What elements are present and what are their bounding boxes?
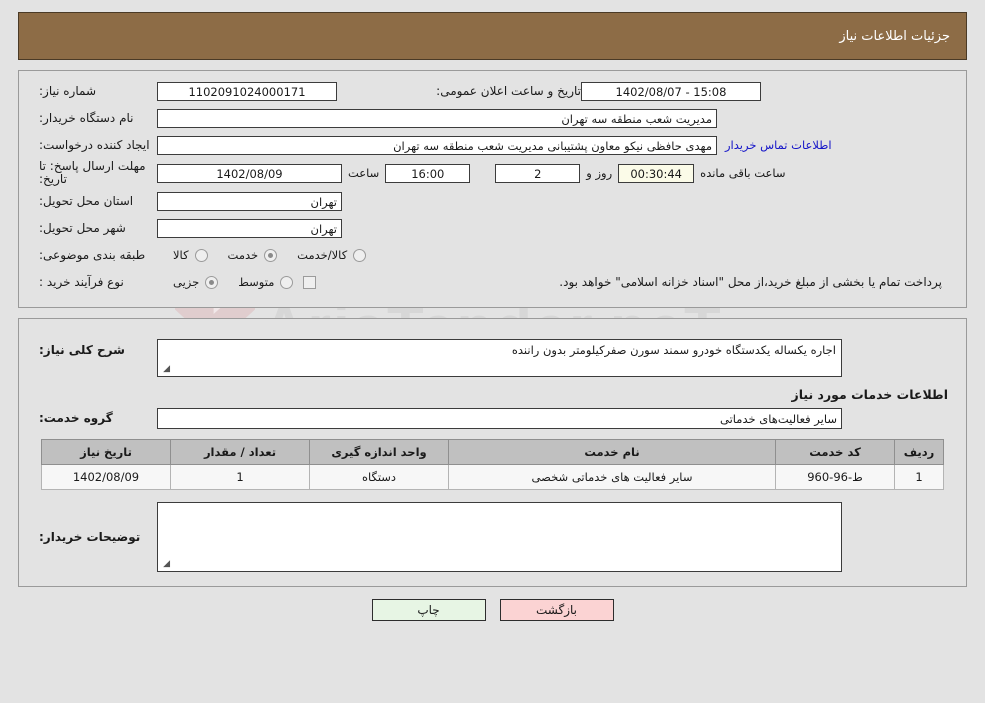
col-index: ردیف	[894, 439, 944, 465]
need-details-panel: اجاره یکساله یکدستگاه خودرو سمند سورن صف…	[18, 318, 967, 587]
radio-khedmat-icon[interactable]	[264, 248, 278, 262]
province-label: استان محل تحویل:	[39, 194, 134, 208]
process-label: نوع فرآیند خرید :	[39, 275, 124, 289]
radio-jozei-icon[interactable]	[205, 275, 219, 289]
treasury-text: پرداخت تمام یا بخشی از مبلغ خرید،از محل …	[559, 275, 942, 289]
radio-motevaset-icon[interactable]	[280, 275, 294, 289]
row-description: اجاره یکساله یکدستگاه خودرو سمند سورن صف…	[29, 339, 956, 377]
category-option-2[interactable]: کالا/خدمت	[295, 248, 370, 262]
need-number-field: 1102091024000171	[157, 81, 337, 101]
buyer-notes-label: توضیحات خریدار:	[39, 530, 141, 544]
row-city: تهران شهر محل تحویل:	[29, 216, 956, 240]
row-category: کالا/خدمت خدمت کالا طبقه بندی موضوعی:	[29, 243, 956, 267]
cell-unit: دستگاه	[309, 464, 449, 490]
radio-kala-khedmat-icon[interactable]	[353, 248, 367, 262]
button-bar: بازگشت چاپ	[0, 599, 985, 621]
row-need-number: 15:08 - 1402/08/07 تاریخ و ساعت اعلان عم…	[29, 79, 956, 103]
resize-handle-icon[interactable]: ◢	[160, 560, 170, 570]
treasury-checkbox[interactable]	[303, 275, 317, 289]
category-label: طبقه بندی موضوعی:	[39, 248, 146, 262]
category-option-1[interactable]: خدمت	[226, 248, 282, 262]
table-row: 1 ط-96-960 سایر فعالیت های خدماتی شخصی د…	[41, 464, 944, 490]
days-field: 2	[495, 163, 581, 183]
city-label: شهر محل تحویل:	[39, 221, 126, 235]
resize-handle-icon[interactable]: ◢	[160, 365, 170, 375]
need-info-panel: 15:08 - 1402/08/07 تاریخ و ساعت اعلان عم…	[18, 70, 967, 308]
cell-code: ط-96-960	[775, 464, 895, 490]
category-option-0-label: کالا	[173, 248, 189, 262]
cell-quantity: 1	[170, 464, 310, 490]
process-option-1-label: متوسط	[238, 275, 275, 289]
service-group-field: سایر فعالیت‌های خدماتی	[157, 407, 842, 429]
row-service-group: سایر فعالیت‌های خدماتی گروه خدمت:	[29, 406, 956, 430]
hour-label: ساعت	[348, 166, 380, 180]
deadline-time-field: 16:00	[385, 163, 471, 183]
process-option-1[interactable]: متوسط	[236, 275, 297, 289]
services-table: ردیف کد خدمت نام خدمت واحد اندازه گیری ت…	[41, 439, 944, 490]
row-process-type: پرداخت تمام یا بخشی از مبلغ خرید،از محل …	[29, 270, 956, 294]
deadline-label: مهلت ارسال پاسخ: تا تاریخ:	[39, 159, 146, 186]
back-button[interactable]: بازگشت	[499, 599, 614, 621]
row-province: تهران استان محل تحویل:	[29, 189, 956, 213]
col-code: کد خدمت	[775, 439, 895, 465]
remaining-hours-label: ساعت باقی مانده	[700, 166, 786, 180]
buyer-org-field: مدیریت شعب منطقه سه تهران	[157, 108, 717, 128]
days-label: روز و	[586, 166, 613, 180]
province-field: تهران	[157, 191, 342, 211]
cell-name: سایر فعالیت های خدماتی شخصی	[448, 464, 776, 490]
page-header: جزئیات اطلاعات نیاز	[18, 12, 967, 60]
service-group-label: گروه خدمت:	[39, 411, 113, 425]
city-field: تهران	[157, 218, 342, 238]
row-deadline: ساعت باقی مانده 00:30:44 روز و 2 16:00 س…	[29, 160, 956, 186]
print-button[interactable]: چاپ	[371, 599, 486, 621]
col-unit: واحد اندازه گیری	[309, 439, 449, 465]
page-title: جزئیات اطلاعات نیاز	[839, 28, 950, 44]
countdown-field: 00:30:44	[618, 163, 695, 183]
category-option-1-label: خدمت	[227, 248, 259, 262]
process-option-0-label: جزیی	[173, 275, 200, 289]
creator-label: ایجاد کننده درخواست:	[39, 138, 150, 152]
deadline-date-field: 1402/08/09	[157, 163, 342, 183]
category-option-0[interactable]: کالا	[171, 248, 212, 262]
col-quantity: تعداد / مقدار	[170, 439, 310, 465]
cell-date: 1402/08/09	[41, 464, 171, 490]
row-buyer-notes: ◢ توضیحات خریدار:	[29, 502, 956, 572]
need-number-label: شماره نیاز:	[39, 84, 96, 98]
row-buyer-org: مدیریت شعب منطقه سه تهران نام دستگاه خری…	[29, 106, 956, 130]
table-header-row: ردیف کد خدمت نام خدمت واحد اندازه گیری ت…	[41, 439, 944, 465]
services-section-heading: اطلاعات خدمات مورد نیاز	[791, 387, 949, 402]
public-announce-value: 15:08 - 1402/08/07	[581, 81, 761, 101]
buyer-org-label: نام دستگاه خریدار:	[39, 111, 134, 125]
radio-kala-icon[interactable]	[194, 248, 208, 262]
buyer-notes-textarea[interactable]: ◢	[157, 502, 842, 572]
description-label: شرح کلی نیاز:	[39, 343, 125, 357]
creator-field: مهدی حافظی نیکو معاون پشتیبانی مدیریت شع…	[157, 135, 717, 155]
col-name: نام خدمت	[448, 439, 776, 465]
buyer-contact-link[interactable]: اطلاعات تماس خریدار	[717, 138, 840, 152]
cell-index: 1	[894, 464, 944, 490]
row-creator: اطلاعات تماس خریدار مهدی حافظی نیکو معاو…	[29, 133, 956, 157]
public-announce-label: تاریخ و ساعت اعلان عمومی:	[436, 84, 581, 98]
description-textarea[interactable]: اجاره یکساله یکدستگاه خودرو سمند سورن صف…	[157, 339, 842, 377]
col-date: تاریخ نیاز	[41, 439, 171, 465]
category-option-2-label: کالا/خدمت	[297, 248, 348, 262]
process-option-0[interactable]: جزیی	[171, 275, 222, 289]
